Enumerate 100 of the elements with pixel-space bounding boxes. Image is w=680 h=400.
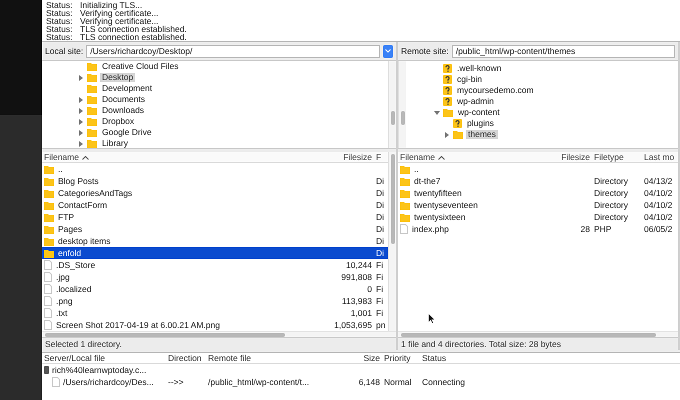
- file-type: Directory: [594, 188, 628, 198]
- file-type: Di: [376, 236, 384, 246]
- file-type: pn: [376, 320, 386, 330]
- scrollbar[interactable]: [42, 331, 396, 337]
- question-mark-icon: [443, 75, 452, 84]
- file-type: Fi: [376, 308, 384, 318]
- file-type: Directory: [594, 212, 628, 222]
- column-header[interactable]: Priority: [384, 352, 410, 363]
- file-name[interactable]: Screen Shot 2017-04-19 at 6.00.21 AM.png: [56, 320, 220, 330]
- selected-file-row[interactable]: enfold Di: [42, 247, 388, 259]
- file-date: 04/10/2: [644, 200, 672, 210]
- file-size: 1,053,695: [334, 320, 372, 330]
- caret-icon: [385, 49, 391, 53]
- file-name[interactable]: .jpg: [56, 272, 70, 282]
- remote-file: /public_html/wp-content/t...: [208, 376, 310, 387]
- column-header[interactable]: F: [376, 152, 382, 162]
- column-header[interactable]: Direction: [168, 352, 202, 363]
- file-name[interactable]: ContactForm: [58, 200, 108, 210]
- column-header[interactable]: Size: [363, 352, 380, 363]
- file-name[interactable]: FTP: [58, 212, 74, 222]
- file-date: 04/10/2: [644, 188, 672, 198]
- file-name[interactable]: twentyseventeen: [414, 200, 478, 210]
- file-name[interactable]: twentyfifteen: [414, 188, 462, 198]
- file-date: 04/13/2: [644, 176, 672, 186]
- log-message: TLS connection established.: [80, 24, 187, 34]
- file-size: 1,001: [350, 308, 372, 318]
- file-size: 6,148: [358, 376, 380, 387]
- folder-icon: [453, 130, 463, 139]
- question-mark-icon: [443, 64, 452, 73]
- tree-item[interactable]: mycoursedemo.com: [455, 86, 536, 95]
- column-header[interactable]: Server/Local file: [44, 352, 105, 363]
- tree-item[interactable]: Dropbox: [100, 117, 136, 126]
- question-mark-icon: [443, 97, 452, 106]
- local-path-field[interactable]: /Users/richardcoy/Desktop/: [86, 44, 380, 58]
- file-name[interactable]: .png: [56, 296, 73, 306]
- file-type: Di: [376, 248, 384, 258]
- column-header[interactable]: Filename: [44, 152, 79, 162]
- tree-item[interactable]: Documents: [100, 95, 147, 104]
- log-label: Status:: [46, 8, 74, 18]
- file-name[interactable]: Blog Posts: [58, 176, 99, 186]
- file-name[interactable]: index.php: [412, 224, 449, 234]
- file-type: Di: [376, 176, 384, 186]
- log-message: Initializing TLS...: [80, 0, 142, 10]
- file-size: 991,808: [341, 272, 372, 282]
- log-label: Status:: [46, 24, 74, 34]
- file-type: Fi: [376, 284, 384, 294]
- column-header[interactable]: Last mo: [644, 152, 674, 162]
- file-name[interactable]: dt-the7: [414, 176, 440, 186]
- file-name[interactable]: CategoriesAndTags: [58, 188, 132, 198]
- file-name[interactable]: ..: [58, 164, 63, 174]
- log-message: Verifying certificate...: [80, 16, 158, 26]
- file-name[interactable]: desktop items: [58, 236, 110, 246]
- scrollbar[interactable]: [398, 331, 678, 337]
- scrollbar[interactable]: [388, 61, 396, 148]
- scrollbar[interactable]: [388, 152, 396, 331]
- tree-item[interactable]: .well-known: [455, 64, 504, 73]
- tree-item[interactable]: Google Drive: [100, 128, 154, 137]
- file-size: 28: [580, 224, 590, 234]
- tree-item[interactable]: Creative Cloud Files: [100, 62, 181, 71]
- tree-item[interactable]: themes: [466, 130, 498, 139]
- column-header[interactable]: Filename: [400, 152, 435, 162]
- tree-item[interactable]: cgi-bin: [455, 75, 484, 84]
- file-type: Fi: [376, 260, 384, 270]
- file-name[interactable]: enfold: [58, 248, 82, 258]
- file-type: PHP: [594, 224, 612, 234]
- file-name[interactable]: .localized: [56, 284, 92, 294]
- tree-item[interactable]: plugins: [465, 119, 496, 128]
- column-header[interactable]: Filesize: [343, 152, 372, 162]
- file-name[interactable]: twentysixteen: [414, 212, 466, 222]
- tree-item[interactable]: wp-admin: [455, 97, 496, 106]
- tree-item[interactable]: wp-content: [456, 108, 502, 117]
- file-name[interactable]: .DS_Store: [56, 260, 96, 270]
- file-type: Directory: [594, 200, 628, 210]
- log-message: Verifying certificate...: [80, 8, 158, 18]
- file-size: 10,244: [346, 260, 372, 270]
- file-type: Di: [376, 200, 384, 210]
- local-file: /Users/richardcoy/Des...: [63, 378, 154, 386]
- tree-item[interactable]: Desktop: [100, 73, 136, 82]
- tree-item[interactable]: Development: [100, 84, 154, 93]
- status-text: Selected 1 directory.: [42, 337, 396, 350]
- file-name[interactable]: ..: [414, 164, 419, 174]
- file-name[interactable]: Pages: [58, 224, 82, 234]
- column-header[interactable]: Status: [422, 352, 446, 363]
- column-header[interactable]: Remote file: [208, 352, 251, 363]
- file-type: Di: [376, 188, 384, 198]
- cursor-icon: [428, 313, 435, 324]
- site-label: Remote site:: [401, 46, 449, 56]
- tree-item[interactable]: Library: [100, 139, 130, 148]
- file-icon: [52, 377, 60, 387]
- scrollbar[interactable]: [398, 61, 406, 148]
- column-header[interactable]: Filesize: [561, 152, 590, 162]
- transfer-direction: -->>: [168, 376, 184, 387]
- tree-item[interactable]: Downloads: [100, 106, 146, 115]
- remote-path-field[interactable]: /public_html/wp-content/themes: [452, 44, 675, 58]
- local-file: rich%40learnwptoday.c...: [52, 366, 146, 374]
- priority: Normal: [384, 376, 412, 387]
- column-header[interactable]: Filetype: [594, 152, 624, 162]
- file-name[interactable]: .txt: [56, 308, 68, 318]
- transfer-status: Connecting: [422, 376, 466, 387]
- dropdown-button[interactable]: [383, 44, 393, 58]
